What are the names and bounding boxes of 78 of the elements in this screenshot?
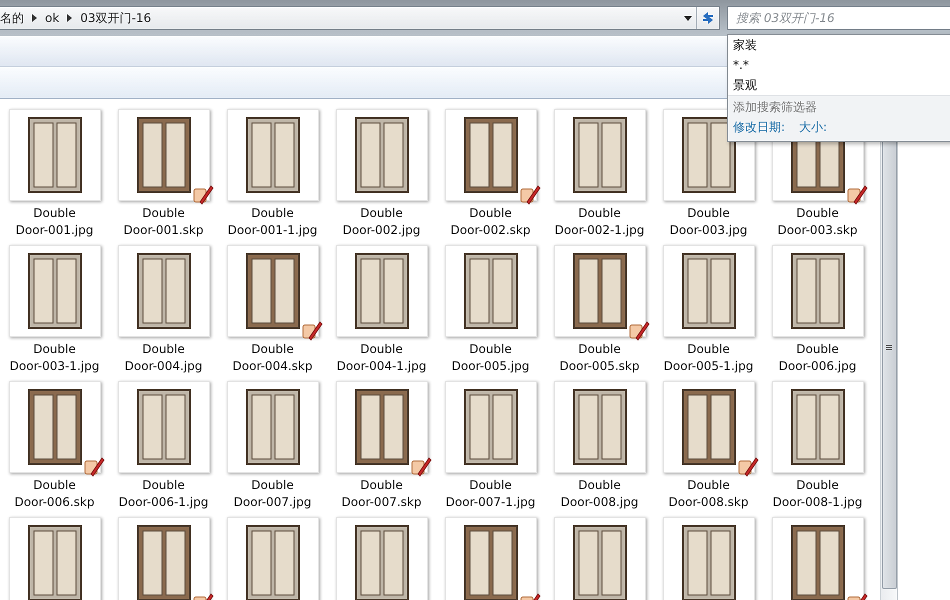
door-thumbnail[interactable] xyxy=(8,245,100,337)
door-thumbnail[interactable] xyxy=(336,381,428,473)
pencil-icon xyxy=(736,455,758,477)
pencil-icon xyxy=(846,183,868,205)
door-thumbnail[interactable] xyxy=(662,245,754,337)
pencil-icon xyxy=(518,183,540,205)
suggestion-item[interactable]: 景观 xyxy=(728,75,950,95)
file-name[interactable]: Double Door-002-1.jpg xyxy=(554,205,644,239)
caret-icon xyxy=(684,16,692,20)
door-thumbnail[interactable] xyxy=(8,517,100,600)
door-thumbnail[interactable] xyxy=(118,517,210,600)
door-thumbnail[interactable] xyxy=(336,245,428,337)
file-name[interactable]: Double Door-005.jpg xyxy=(452,341,530,375)
filter-link[interactable]: 大小: xyxy=(799,119,828,136)
breadcrumb[interactable]: 名的 xyxy=(0,10,24,26)
file-name[interactable]: Double Door-008.jpg xyxy=(560,477,638,511)
door-thumbnail[interactable] xyxy=(226,517,318,600)
file-name[interactable]: Double Door-004-1.jpg xyxy=(336,341,426,375)
file-name[interactable]: Double Door-001-1.jpg xyxy=(228,205,318,239)
grip-icon xyxy=(886,345,892,351)
pencil-icon xyxy=(192,183,214,205)
pencil-icon xyxy=(82,455,104,477)
file-name[interactable]: Double Door-001.skp xyxy=(124,205,204,239)
door-thumbnail[interactable] xyxy=(118,245,210,337)
door-thumbnail[interactable] xyxy=(226,109,318,201)
file-name[interactable]: Double Door-002.skp xyxy=(450,205,530,239)
door-thumbnail[interactable] xyxy=(8,381,100,473)
door-thumbnail[interactable] xyxy=(772,517,864,600)
door-thumbnail[interactable] xyxy=(554,109,646,201)
file-name[interactable]: Double Door-003.skp xyxy=(778,205,858,239)
file-name[interactable]: Double Door-006-1.jpg xyxy=(118,477,208,511)
file-name[interactable]: Double Door-007.skp xyxy=(342,477,422,511)
file-name[interactable]: Double Door-003.jpg xyxy=(670,205,748,239)
suggestion-item[interactable]: 家装 xyxy=(728,35,950,55)
door-thumbnail[interactable] xyxy=(226,381,318,473)
file-name[interactable]: Double Door-008-1.jpg xyxy=(772,477,862,511)
door-thumbnail[interactable] xyxy=(554,245,646,337)
door-thumbnail[interactable] xyxy=(336,109,428,201)
door-thumbnail[interactable] xyxy=(554,517,646,600)
file-name[interactable]: Double Door-006.skp xyxy=(14,477,94,511)
file-name[interactable]: Double Door-005-1.jpg xyxy=(664,341,754,375)
file-name[interactable]: Double Door-001.jpg xyxy=(16,205,94,239)
file-name[interactable]: Double Door-004.skp xyxy=(232,341,312,375)
door-thumbnail[interactable] xyxy=(444,245,536,337)
refresh-icon xyxy=(701,11,715,25)
file-name[interactable]: Double Door-007.jpg xyxy=(234,477,312,511)
file-name[interactable]: Double Door-007-1.jpg xyxy=(446,477,536,511)
door-thumbnail[interactable] xyxy=(226,245,318,337)
search-field[interactable]: 搜索 03双开门-16 xyxy=(727,6,950,30)
door-thumbnail[interactable] xyxy=(554,381,646,473)
file-name[interactable]: Double Door-008.skp xyxy=(668,477,748,511)
door-thumbnail[interactable] xyxy=(772,245,864,337)
file-name[interactable]: Double Door-005.skp xyxy=(560,341,640,375)
suggestion-item[interactable]: *.* xyxy=(728,55,950,75)
breadcrumb[interactable]: ok xyxy=(45,11,60,25)
door-thumbnail[interactable] xyxy=(444,517,536,600)
file-name[interactable]: Double Door-004.jpg xyxy=(124,341,202,375)
door-thumbnail[interactable] xyxy=(662,381,754,473)
chevron-icon xyxy=(67,14,72,22)
filter-link[interactable]: 修改日期: xyxy=(733,119,786,136)
door-thumbnail[interactable] xyxy=(118,109,210,201)
file-name[interactable]: Double Door-003-1.jpg xyxy=(10,341,100,375)
address-bar[interactable]: 名的 ok 03双开门-16 xyxy=(0,6,720,30)
door-thumbnail[interactable] xyxy=(444,109,536,201)
door-thumbnail[interactable] xyxy=(444,381,536,473)
pencil-icon xyxy=(410,455,432,477)
file-name[interactable]: Double Door-002.jpg xyxy=(342,205,420,239)
door-thumbnail[interactable] xyxy=(662,517,754,600)
breadcrumb[interactable]: 03双开门-16 xyxy=(80,10,152,26)
door-thumbnail[interactable] xyxy=(118,381,210,473)
pencil-icon xyxy=(300,319,322,341)
chevron-icon xyxy=(32,14,37,22)
filter-heading: 添加搜索筛选器 xyxy=(733,99,818,115)
door-thumbnail[interactable] xyxy=(8,109,100,201)
door-thumbnail[interactable] xyxy=(336,517,428,600)
file-name[interactable]: Double Door-006.jpg xyxy=(778,341,856,375)
pencil-icon xyxy=(628,319,650,341)
door-thumbnail[interactable] xyxy=(772,381,864,473)
